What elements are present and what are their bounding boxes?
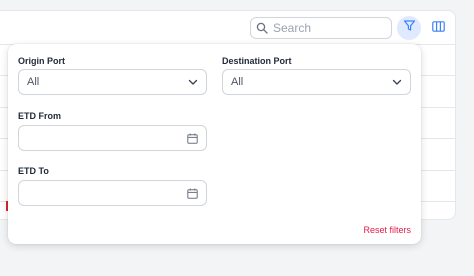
etd-to-input[interactable] — [18, 180, 207, 206]
origin-port-select[interactable]: All — [18, 69, 207, 95]
reset-filters-link[interactable]: Reset filters — [363, 225, 411, 235]
etd-from-input[interactable] — [18, 125, 207, 151]
columns-icon — [431, 19, 445, 37]
chevron-down-icon — [188, 79, 198, 86]
origin-port-label: Origin Port — [18, 56, 65, 66]
columns-button[interactable] — [428, 18, 448, 38]
chevron-down-icon — [392, 79, 402, 86]
calendar-icon[interactable] — [187, 133, 198, 144]
destination-port-value: All — [231, 76, 244, 88]
destination-port-select[interactable]: All — [222, 69, 411, 95]
origin-port-value: All — [27, 76, 40, 88]
etd-to-label: ETD To — [18, 166, 49, 176]
search-icon — [251, 18, 273, 38]
search-box[interactable] — [250, 17, 392, 39]
filter-icon — [403, 19, 416, 37]
search-input[interactable] — [273, 21, 383, 35]
filter-popover: Origin Port All Destination Port All ETD… — [8, 44, 421, 244]
filter-button[interactable] — [397, 16, 421, 40]
destination-port-label: Destination Port — [222, 56, 292, 66]
calendar-icon[interactable] — [187, 188, 198, 199]
etd-from-label: ETD From — [18, 111, 62, 121]
